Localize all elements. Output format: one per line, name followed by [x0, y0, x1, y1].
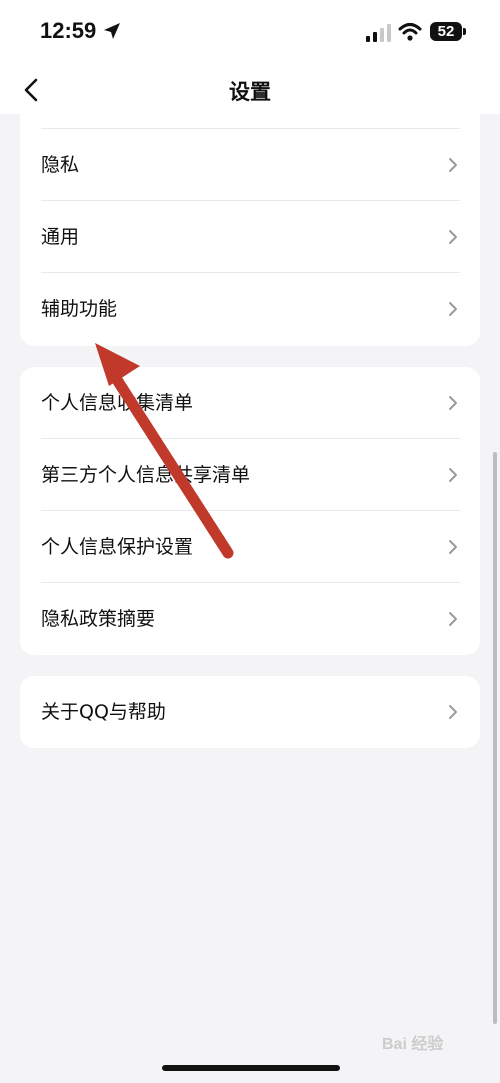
battery-icon: 52: [430, 22, 462, 41]
settings-row-accessibility[interactable]: 辅助功能: [20, 273, 480, 345]
settings-row-general[interactable]: 通用: [20, 201, 480, 273]
baidu-watermark: Bai 经验: [382, 1036, 444, 1053]
page-title: 设置: [229, 80, 271, 104]
settings-row-privacy-policy-summary[interactable]: 隐私政策摘要: [20, 583, 480, 655]
settings-row-third-party-sharing-list[interactable]: 第三方个人信息共享清单: [20, 439, 480, 511]
battery-tip: [463, 28, 466, 35]
row-label: 关于QQ与帮助: [41, 701, 166, 723]
settings-row-about-qq-help[interactable]: 关于QQ与帮助: [20, 676, 480, 748]
settings-row-privacy[interactable]: 隐私: [20, 129, 480, 201]
settings-group-general: 隐私 通用 辅助功能: [20, 114, 480, 346]
scrollbar[interactable]: [493, 452, 497, 1024]
status-bar: 12:59 52: [0, 0, 500, 66]
row-label: 辅助功能: [41, 298, 118, 320]
settings-group-about: 关于QQ与帮助: [20, 676, 480, 748]
chevron-right-icon: [449, 540, 457, 554]
settings-group-personal-info: 个人信息收集清单 第三方个人信息共享清单 个人信息保护设置 隐私政策摘要: [20, 367, 480, 655]
row-label: 隐私: [41, 154, 80, 176]
row-label: 第三方个人信息共享清单: [41, 464, 251, 486]
chevron-right-icon: [449, 612, 457, 626]
location-arrow-icon: [104, 23, 120, 39]
chevron-right-icon: [449, 396, 457, 410]
row-label: 通用: [41, 226, 80, 248]
settings-row-info-collection-list[interactable]: 个人信息收集清单: [20, 367, 480, 439]
chevron-right-icon: [449, 705, 457, 719]
settings-row-info-protection-settings[interactable]: 个人信息保护设置: [20, 511, 480, 583]
row-label: 隐私政策摘要: [41, 608, 156, 630]
chevron-right-icon: [449, 302, 457, 316]
home-indicator: [162, 1065, 340, 1071]
status-time: 12:59: [40, 18, 97, 43]
wifi-icon: [398, 23, 422, 41]
row-label: 个人信息保护设置: [41, 536, 194, 558]
row-label: 个人信息收集清单: [41, 392, 194, 414]
navigation-bar: 设置: [0, 66, 500, 114]
chevron-right-icon: [449, 468, 457, 482]
chevron-right-icon: [449, 158, 457, 172]
cellular-signal-icon: [366, 24, 391, 42]
chevron-right-icon: [449, 230, 457, 244]
